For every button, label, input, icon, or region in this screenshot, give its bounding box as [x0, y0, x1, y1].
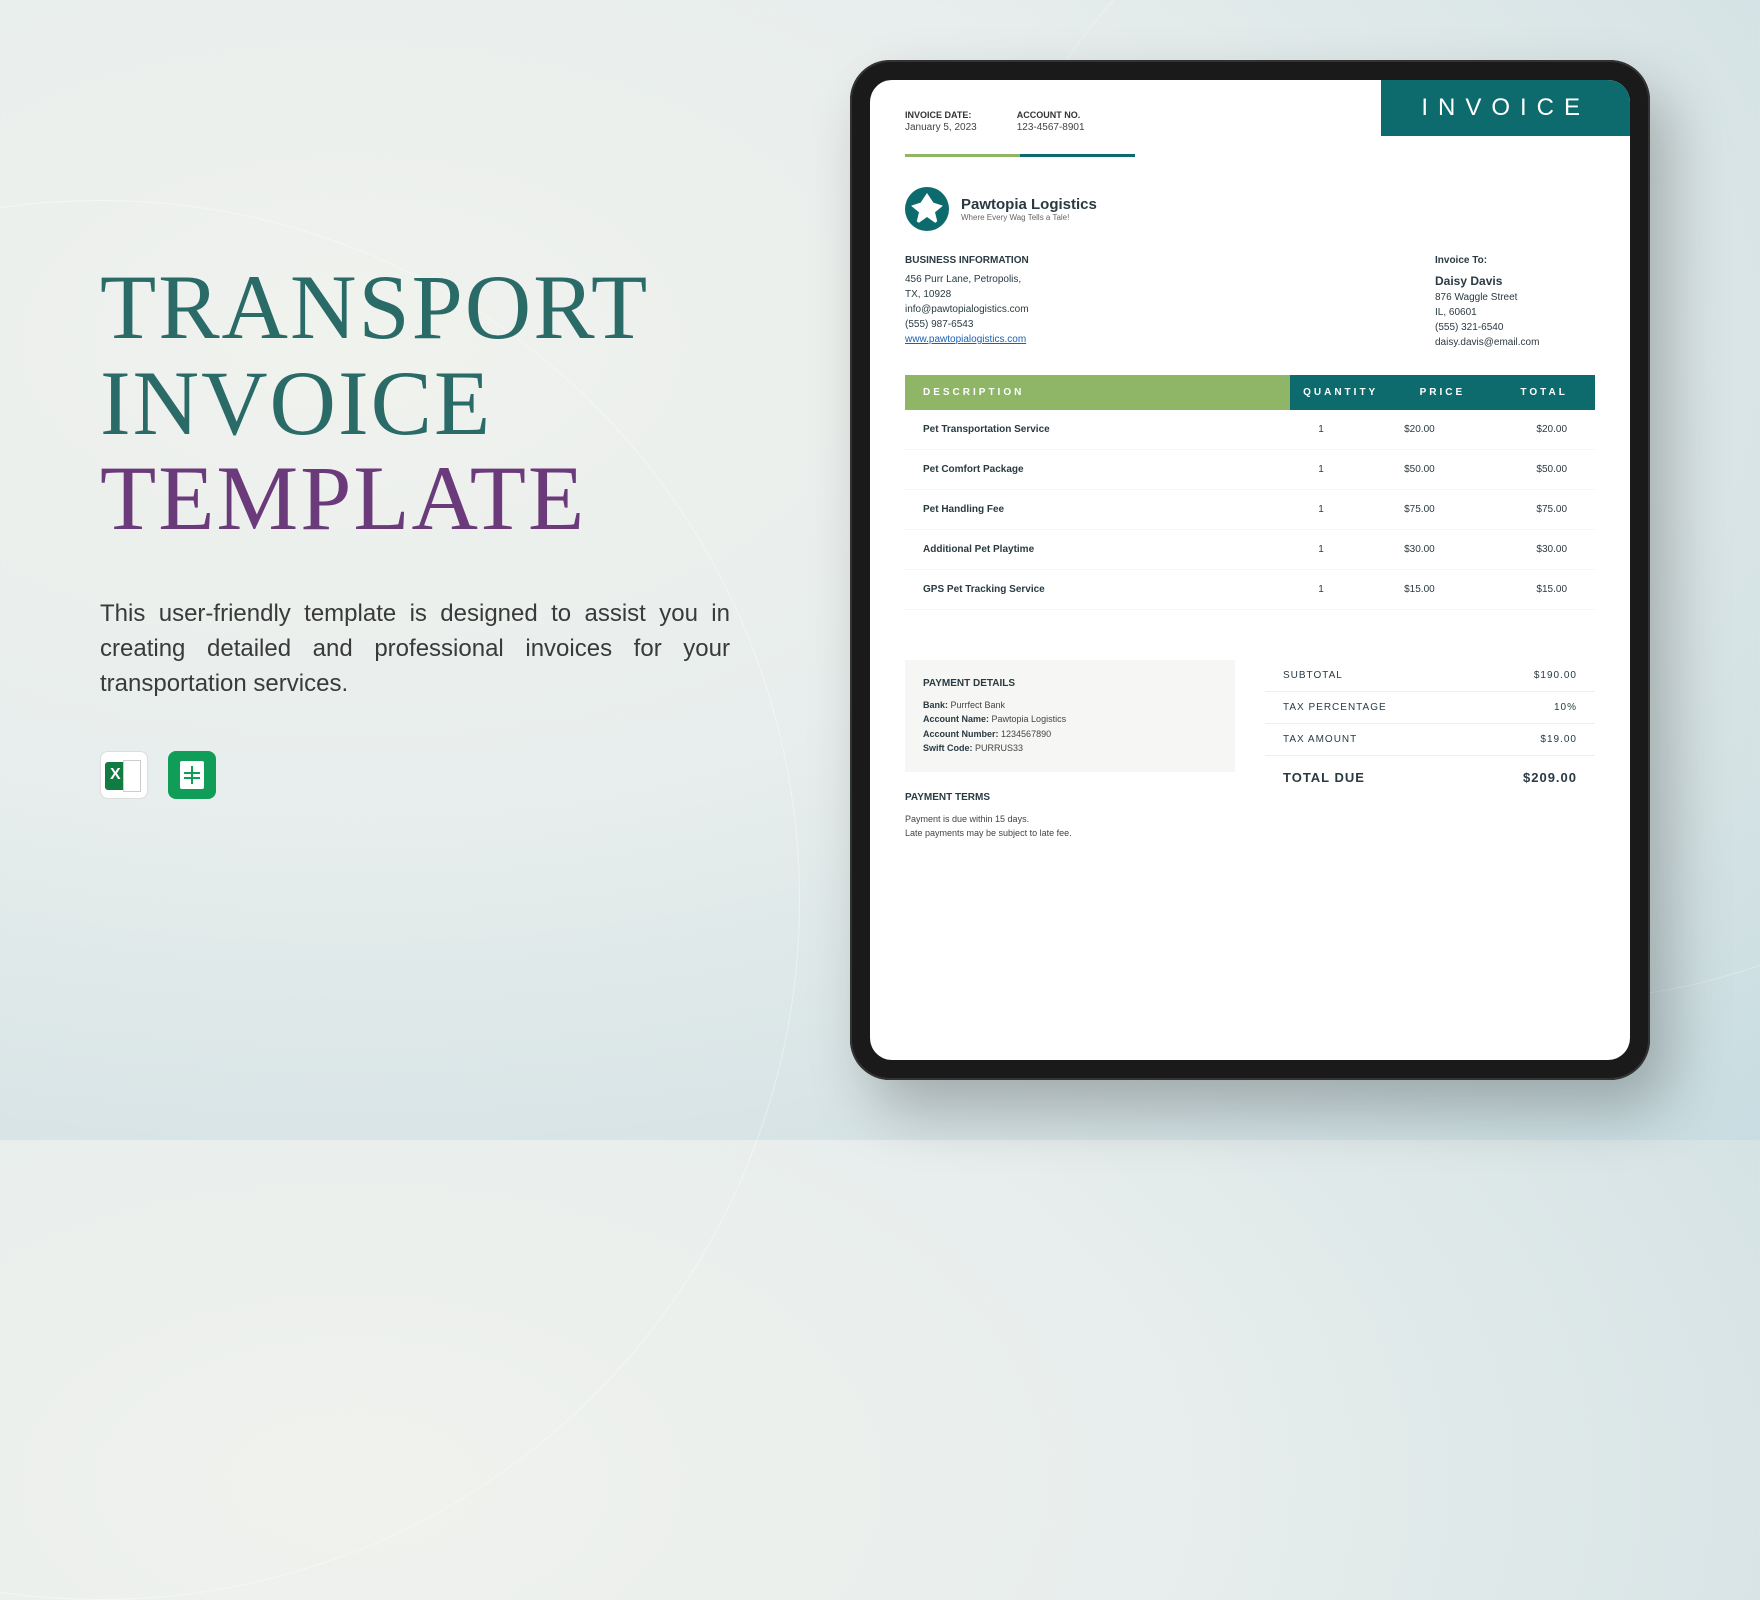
payment-terms: PAYMENT TERMS Payment is due within 15 d…: [905, 790, 1235, 841]
billto-block: Invoice To: Daisy Davis 876 Waggle Stree…: [1435, 253, 1595, 350]
item-total: $75.00: [1469, 504, 1577, 515]
item-total: $50.00: [1469, 464, 1577, 475]
taxpct-value: 10%: [1554, 702, 1577, 713]
item-qty: 1: [1272, 504, 1370, 515]
payment-title: PAYMENT DETAILS: [923, 676, 1217, 692]
invoice-date-value: January 5, 2023: [905, 122, 977, 133]
invoice-document: INVOICE DATE: January 5, 2023 ACCOUNT NO…: [870, 80, 1630, 1060]
billto-name: Daisy Davis: [1435, 272, 1595, 290]
account-label: ACCOUNT NO.: [1017, 110, 1085, 120]
terms-title: PAYMENT TERMS: [905, 790, 1235, 806]
invoice-badge: INVOICE: [1381, 80, 1630, 136]
acctname-value: Pawtopia Logistics: [992, 714, 1067, 724]
excel-icon[interactable]: [100, 751, 148, 799]
google-sheets-icon[interactable]: [168, 751, 216, 799]
title-line-2: INVOICE: [100, 356, 730, 452]
company-tagline: Where Every Wag Tells a Tale!: [961, 213, 1097, 222]
table-header: DESCRIPTION QUANTITY PRICE TOTAL: [905, 375, 1595, 410]
table-row: Pet Handling Fee1$75.00$75.00: [905, 490, 1595, 530]
business-website-link[interactable]: www.pawtopialogistics.com: [905, 334, 1026, 345]
accent-bar: [905, 154, 1135, 157]
item-desc: Pet Transportation Service: [923, 424, 1272, 435]
item-price: $50.00: [1370, 464, 1468, 475]
acctname-label: Account Name:: [923, 714, 989, 724]
tablet-frame: INVOICE DATE: January 5, 2023 ACCOUNT NO…: [850, 60, 1650, 1080]
item-qty: 1: [1272, 544, 1370, 555]
acctnum-label: Account Number:: [923, 729, 999, 739]
item-desc: Pet Handling Fee: [923, 504, 1272, 515]
col-description: DESCRIPTION: [905, 375, 1290, 410]
business-addr1: 456 Purr Lane, Petropolis,: [905, 272, 1029, 287]
invoice-date-label: INVOICE DATE:: [905, 110, 977, 120]
item-desc: Pet Comfort Package: [923, 464, 1272, 475]
table-row: Pet Comfort Package1$50.00$50.00: [905, 450, 1595, 490]
subtotal-label: SUBTOTAL: [1283, 670, 1343, 681]
swift-label: Swift Code:: [923, 743, 973, 753]
app-icons: [100, 751, 730, 799]
col-price: PRICE: [1392, 375, 1494, 410]
billto-addr2: IL, 60601: [1435, 305, 1595, 320]
taxamt-label: TAX AMOUNT: [1283, 734, 1357, 745]
item-desc: Additional Pet Playtime: [923, 544, 1272, 555]
invoice-date-block: INVOICE DATE: January 5, 2023: [905, 110, 977, 133]
hero-description: This user-friendly template is designed …: [100, 597, 730, 701]
taxamt-value: $19.00: [1540, 734, 1577, 745]
item-qty: 1: [1272, 464, 1370, 475]
account-block: ACCOUNT NO. 123-4567-8901: [1017, 110, 1085, 133]
table-row: Additional Pet Playtime1$30.00$30.00: [905, 530, 1595, 570]
item-total: $30.00: [1469, 544, 1577, 555]
excel-grid-glyph: [123, 760, 141, 792]
sheets-grid-glyph: [184, 766, 200, 784]
col-total: TOTAL: [1493, 375, 1595, 410]
billto-addr1: 876 Waggle Street: [1435, 290, 1595, 305]
item-price: $30.00: [1370, 544, 1468, 555]
business-email: info@pawtopialogistics.com: [905, 302, 1029, 317]
line-items: Pet Transportation Service1$20.00$20.00P…: [905, 410, 1595, 610]
table-row: Pet Transportation Service1$20.00$20.00: [905, 410, 1595, 450]
subtotal-value: $190.00: [1534, 670, 1577, 681]
item-qty: 1: [1272, 584, 1370, 595]
item-desc: GPS Pet Tracking Service: [923, 584, 1272, 595]
business-addr2: TX, 10928: [905, 287, 1029, 302]
company-name: Pawtopia Logistics: [961, 196, 1097, 213]
bottom-area: PAYMENT DETAILS Bank: Purrfect Bank Acco…: [905, 660, 1595, 840]
billto-heading: Invoice To:: [1435, 253, 1595, 268]
terms-line2: Late payments may be subject to late fee…: [905, 826, 1235, 840]
item-qty: 1: [1272, 424, 1370, 435]
taxpct-label: TAX PERCENTAGE: [1283, 702, 1387, 713]
totals-block: SUBTOTAL $190.00 TAX PERCENTAGE 10% TAX AM…: [1265, 660, 1595, 840]
due-label: TOTAL DUE: [1283, 770, 1365, 785]
hero-panel: TRANSPORT INVOICE TEMPLATE This user-fri…: [100, 260, 730, 799]
invoice-header: INVOICE DATE: January 5, 2023 ACCOUNT NO…: [905, 110, 1595, 136]
business-heading: BUSINESS INFORMATION: [905, 253, 1029, 268]
table-row: GPS Pet Tracking Service1$15.00$15.00: [905, 570, 1595, 610]
invoice-meta: INVOICE DATE: January 5, 2023 ACCOUNT NO…: [905, 110, 1085, 133]
item-total: $20.00: [1469, 424, 1577, 435]
due-value: $209.00: [1523, 770, 1577, 785]
item-price: $20.00: [1370, 424, 1468, 435]
business-phone: (555) 987-6543: [905, 317, 1029, 332]
company-row: Pawtopia Logistics Where Every Wag Tells…: [905, 187, 1595, 231]
item-total: $15.00: [1469, 584, 1577, 595]
business-block: BUSINESS INFORMATION 456 Purr Lane, Petr…: [905, 253, 1029, 350]
item-price: $75.00: [1370, 504, 1468, 515]
account-value: 123-4567-8901: [1017, 122, 1085, 133]
terms-line1: Payment is due within 15 days.: [905, 812, 1235, 826]
company-logo-icon: [905, 187, 949, 231]
billto-email: daisy.davis@email.com: [1435, 335, 1595, 350]
swift-value: PURRUS33: [975, 743, 1023, 753]
payment-details: PAYMENT DETAILS Bank: Purrfect Bank Acco…: [905, 660, 1235, 772]
acctnum-value: 1234567890: [1001, 729, 1051, 739]
title-line-1: TRANSPORT: [100, 260, 730, 356]
col-quantity: QUANTITY: [1290, 375, 1392, 410]
billto-phone: (555) 321-6540: [1435, 320, 1595, 335]
title-line-3: TEMPLATE: [100, 451, 730, 547]
bank-label: Bank:: [923, 700, 948, 710]
item-price: $15.00: [1370, 584, 1468, 595]
bank-value: Purrfect Bank: [951, 700, 1006, 710]
info-row: BUSINESS INFORMATION 456 Purr Lane, Petr…: [905, 253, 1595, 350]
